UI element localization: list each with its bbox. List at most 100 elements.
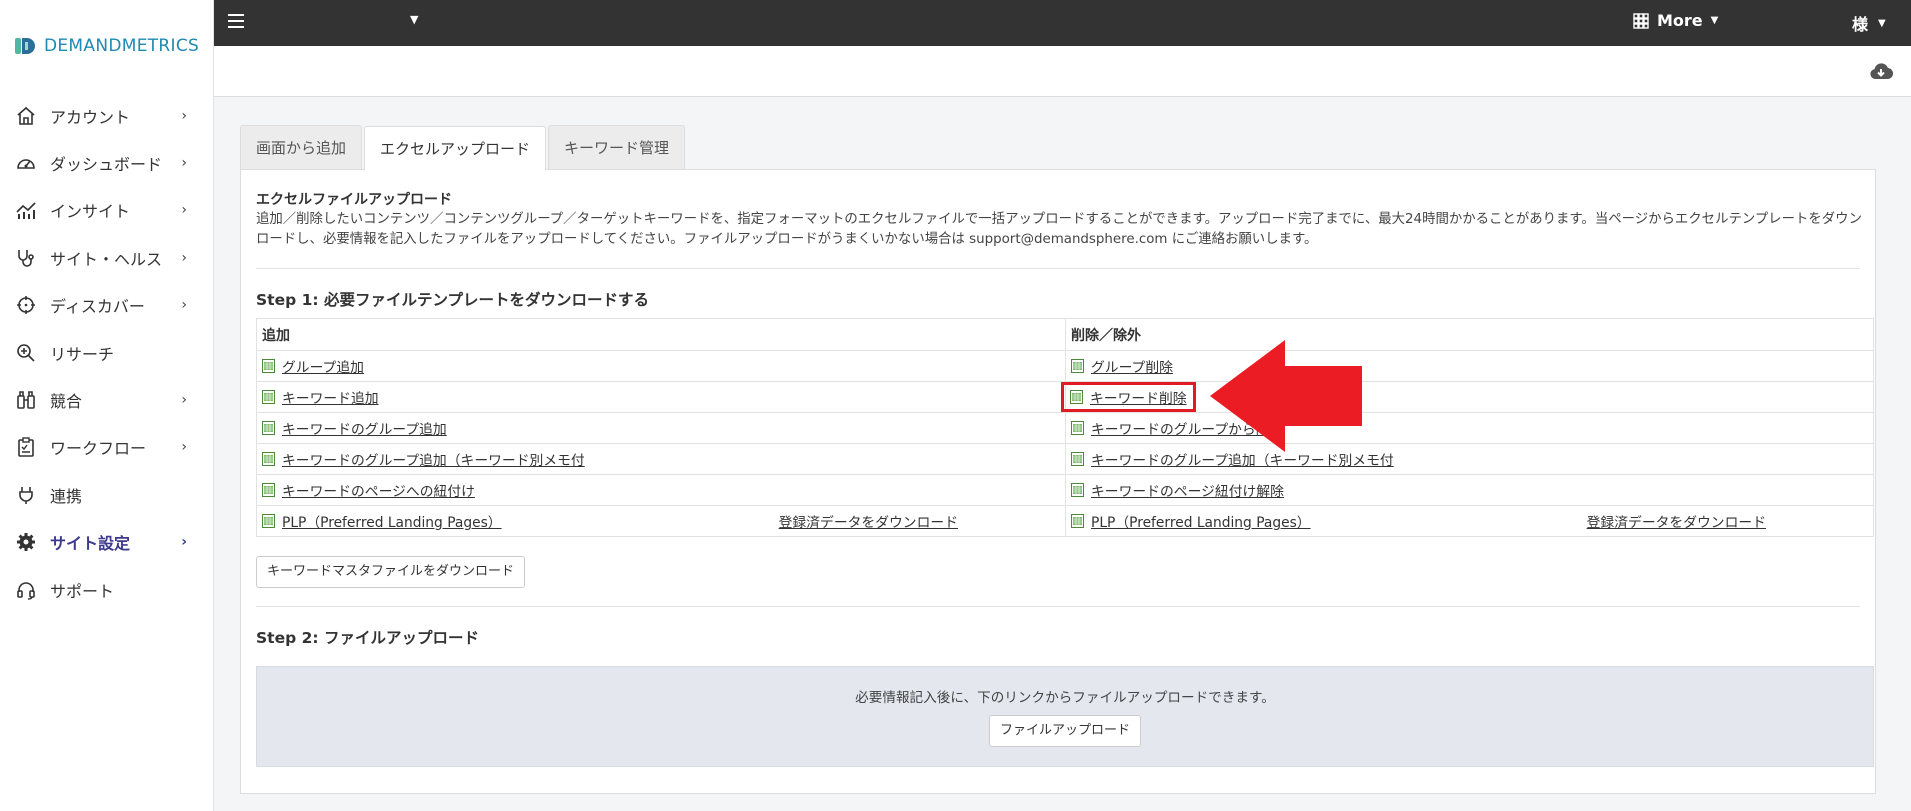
zoom-in-icon xyxy=(14,341,38,365)
template-link-keyword-page-unlink[interactable]: キーワードのページ紐付け解除 xyxy=(1091,480,1284,500)
tab-add-from-screen[interactable]: 画面から追加 xyxy=(240,125,363,169)
brand-name: DEMANDMETRICS xyxy=(44,36,200,56)
stethoscope-icon xyxy=(14,246,38,270)
column-header-add: 追加 xyxy=(256,318,1066,351)
sidebar-item-site-settings[interactable]: サイト設定 › xyxy=(0,519,213,566)
divider xyxy=(256,268,1860,269)
main-content: 画面から追加 エクセルアップロード キーワード管理 エクセルファイルアップロード… xyxy=(240,125,1876,794)
template-link-keyword-group-add[interactable]: キーワードのグループ追加 xyxy=(282,418,447,438)
template-link-keyword-group-memo-delete[interactable]: キーワードのグループ追加（キーワード別メモ付 xyxy=(1091,449,1394,469)
table-cell: キーワード追加 xyxy=(256,381,1066,413)
tab-bar: 画面から追加 エクセルアップロード キーワード管理 xyxy=(240,125,1876,170)
excel-file-icon xyxy=(262,483,275,497)
chevron-right-icon: › xyxy=(181,534,187,551)
sidebar-item-research[interactable]: リサーチ xyxy=(0,329,213,376)
table-row: グループ追加 グループ削除 xyxy=(256,350,1874,382)
sidebar-item-label: リサーチ xyxy=(50,344,115,364)
template-link-keyword-delete[interactable]: キーワード削除 xyxy=(1090,387,1187,407)
table-cell: キーワード削除 xyxy=(1061,381,1874,413)
sidebar-item-label: サイト・ヘルス xyxy=(50,249,163,269)
sidebar-item-support[interactable]: サポート xyxy=(0,566,213,613)
table-cell: キーワードのページへの紐付け xyxy=(256,474,1066,506)
table-cell: グループ追加 xyxy=(256,350,1066,382)
table-cell: キーワードのグループ追加（キーワード別メモ付 xyxy=(1065,443,1874,475)
annotation-arrow-icon xyxy=(1210,340,1362,452)
table-header-row: 追加 削除／除外 xyxy=(256,318,1874,351)
upload-instruction: 必要情報記入後に、下のリンクからファイルアップロードできます。 xyxy=(855,690,1275,706)
chevron-right-icon: › xyxy=(181,297,187,314)
more-menu[interactable]: More ▼ xyxy=(1633,11,1718,30)
sidebar-item-workflow[interactable]: ワークフロー › xyxy=(0,424,213,471)
chevron-right-icon: › xyxy=(181,249,187,266)
brand-logo-icon xyxy=(15,38,35,54)
template-link-group-delete[interactable]: グループ削除 xyxy=(1091,356,1173,376)
table-cell: キーワードのグループから除外 xyxy=(1065,412,1874,444)
sidebar-item-dashboard[interactable]: ダッシュボード › xyxy=(0,139,213,186)
sidebar-item-label: サイト設定 xyxy=(50,534,131,554)
table-row: PLP（Preferred Landing Pages） 登録済データをダウンロー… xyxy=(256,505,1874,537)
brand-logo[interactable]: DEMANDMETRICS xyxy=(0,0,213,92)
sub-header xyxy=(214,46,1911,97)
table-cell: キーワードのグループ追加 xyxy=(256,412,1066,444)
caret-down-icon: ▼ xyxy=(1878,17,1886,29)
description-text: 追加／削除したいコンテンツ／コンテンツグループ／ターゲットキーワードを、指定フォ… xyxy=(256,212,1862,247)
excel-file-icon xyxy=(1070,390,1083,404)
step1-title: Step 1: 必要ファイルテンプレートをダウンロードする xyxy=(256,291,649,309)
file-upload-button[interactable]: ファイルアップロード xyxy=(988,715,1141,747)
excel-file-icon xyxy=(1071,359,1084,373)
tab-keyword-management[interactable]: キーワード管理 xyxy=(548,125,686,169)
template-link-keyword-add[interactable]: キーワード追加 xyxy=(282,387,379,407)
highlight-box: キーワード削除 xyxy=(1061,382,1196,412)
column-header-delete: 削除／除外 xyxy=(1065,318,1874,351)
template-link-keyword-page-link[interactable]: キーワードのページへの紐付け xyxy=(282,480,475,500)
excel-file-icon xyxy=(1071,452,1084,466)
download-keyword-master-button[interactable]: キーワードマスタファイルをダウンロード xyxy=(256,556,526,588)
dashboard-gauge-icon xyxy=(14,151,38,175)
user-menu[interactable]: 様 ▼ xyxy=(1852,11,1886,35)
template-link-plp-add[interactable]: PLP（Preferred Landing Pages） xyxy=(282,511,502,531)
tab-panel: エクセルファイルアップロード 追加／削除したいコンテンツ／コンテンツグループ／タ… xyxy=(240,169,1876,794)
download-registered-data-link[interactable]: 登録済データをダウンロード xyxy=(1587,511,1766,531)
table-cell: キーワードのページ紐付け解除 xyxy=(1065,474,1874,506)
grid-icon xyxy=(1633,12,1649,29)
clipboard-icon xyxy=(14,435,38,459)
sidebar-item-label: アカウント xyxy=(50,107,131,127)
excel-file-icon xyxy=(262,390,275,404)
sidebar-item-site-health[interactable]: サイト・ヘルス › xyxy=(0,234,213,281)
more-menu-label: More xyxy=(1657,11,1703,30)
crosshair-icon xyxy=(14,293,38,317)
table-cell: キーワードのグループ追加（キーワード別メモ付 xyxy=(256,443,1066,475)
sidebar-item-discover[interactable]: ディスカバー › xyxy=(0,282,213,329)
sidebar-item-integrations[interactable]: 連携 xyxy=(0,471,213,518)
excel-file-icon xyxy=(262,359,275,373)
cloud-download-icon[interactable] xyxy=(1869,60,1893,84)
template-link-group-add[interactable]: グループ追加 xyxy=(282,356,364,376)
template-link-plp-delete[interactable]: PLP（Preferred Landing Pages） xyxy=(1091,511,1311,531)
sidebar-item-competitors[interactable]: 競合 › xyxy=(0,376,213,423)
chevron-right-icon: › xyxy=(181,392,187,409)
section-title: エクセルファイルアップロード xyxy=(256,192,452,208)
sidebar-item-label: 競合 xyxy=(50,392,83,412)
excel-file-icon xyxy=(262,514,275,528)
hamburger-menu-icon[interactable] xyxy=(228,14,244,28)
excel-file-icon xyxy=(1071,421,1084,435)
tab-excel-upload[interactable]: エクセルアップロード xyxy=(364,126,547,170)
sidebar-item-label: ダッシュボード xyxy=(50,155,163,175)
chevron-right-icon: › xyxy=(181,439,187,456)
table-cell: PLP（Preferred Landing Pages） 登録済データをダウンロー… xyxy=(1065,505,1874,537)
chevron-right-icon: › xyxy=(181,202,187,219)
caret-down-icon: ▼ xyxy=(1710,15,1719,26)
sidebar-item-label: インサイト xyxy=(50,202,131,222)
table-cell: グループ削除 xyxy=(1065,350,1874,382)
gear-icon xyxy=(14,530,38,554)
sidebar-item-account[interactable]: アカウント › xyxy=(0,92,213,139)
chevron-right-icon: › xyxy=(181,155,187,172)
sidebar-nav: アカウント › ダッシュボード › インサイト › サイト・ヘルス › ディスカ… xyxy=(0,92,213,613)
site-selector-dropdown[interactable]: ▼ xyxy=(410,13,418,26)
sidebar-item-insight[interactable]: インサイト › xyxy=(0,187,213,234)
home-icon xyxy=(14,104,38,128)
divider xyxy=(256,606,1860,607)
top-navbar: ▼ More ▼ 様 ▼ xyxy=(214,0,1911,46)
template-link-keyword-group-add-memo[interactable]: キーワードのグループ追加（キーワード別メモ付 xyxy=(282,449,585,469)
download-registered-data-link[interactable]: 登録済データをダウンロード xyxy=(779,511,958,531)
